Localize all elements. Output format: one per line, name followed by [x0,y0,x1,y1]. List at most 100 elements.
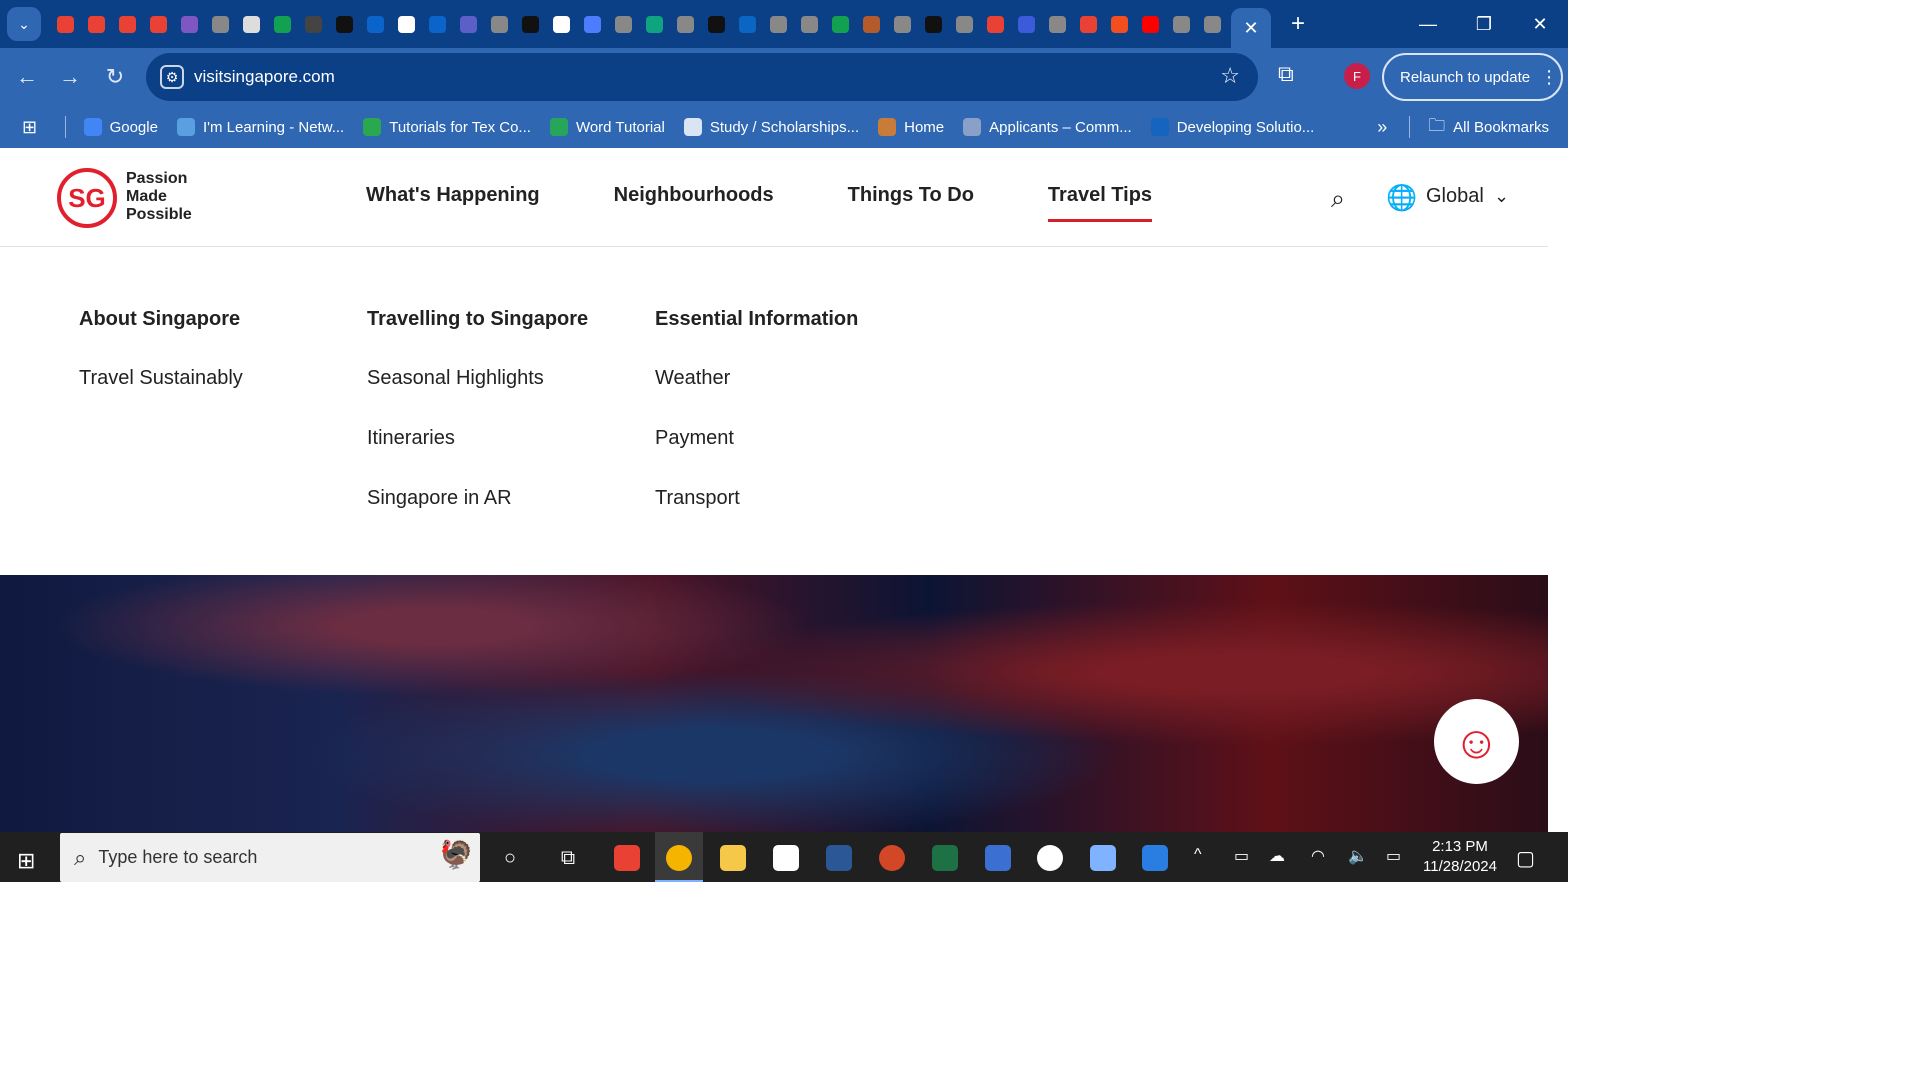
tab-favicon[interactable] [453,9,484,40]
tab-favicon[interactable] [1166,9,1197,40]
show-hidden-icons-icon[interactable]: ^ [1194,846,1202,864]
bookmark-item[interactable]: Tutorials for Tex Co... [363,118,531,136]
reload-button[interactable]: ↻ [100,62,130,92]
active-tab[interactable]: ✕ [1231,8,1271,48]
bookmark-item[interactable]: Google [83,118,158,136]
address-bar[interactable]: ⚙ visitsingapore.com ☆ [146,53,1258,101]
site-info-icon[interactable]: ⚙ [160,65,184,89]
network-app-icon[interactable] [982,842,1014,874]
tab-favicon[interactable] [391,9,422,40]
tab-favicon[interactable] [825,9,856,40]
tab-favicon[interactable] [546,9,577,40]
tab-favicon[interactable] [236,9,267,40]
word-app-icon[interactable] [823,842,855,874]
nav-travel-tips[interactable]: Travel Tips [1047,184,1153,222]
tab-favicon[interactable] [298,9,329,40]
taskbar-search-box[interactable]: ⌕ Type here to search 🦃 [60,833,480,882]
tab-favicon[interactable] [267,9,298,40]
windows-start-icon[interactable]: ⊞ [17,848,35,874]
tab-favicon[interactable] [143,9,174,40]
tab-favicon[interactable] [1135,9,1166,40]
task-view-icon[interactable]: ⧉ [552,842,584,874]
microsoft-store-icon[interactable] [770,842,802,874]
tab-favicon[interactable] [50,9,81,40]
notes-app-icon[interactable] [1087,842,1119,874]
tab-favicon[interactable] [887,9,918,40]
tab-favicon[interactable] [1197,9,1228,40]
tab-favicon[interactable] [1073,9,1104,40]
relaunch-button[interactable]: Relaunch to update ⋮ [1382,53,1563,101]
back-button[interactable]: ← [12,62,42,92]
menu-heading-travelling-to-singapore[interactable]: Travelling to Singapore [367,308,588,331]
tab-favicon[interactable] [732,9,763,40]
cortana-icon[interactable]: ○ [494,842,526,874]
close-window-button[interactable]: ✕ [1512,0,1568,48]
restore-button[interactable]: ❐ [1456,0,1512,48]
tab-favicon[interactable] [670,9,701,40]
excel-app-icon[interactable] [929,842,961,874]
tab-favicon[interactable] [484,9,515,40]
more-bookmarks-button[interactable]: » [1377,117,1387,138]
tab-favicon[interactable] [112,9,143,40]
menu-heading-essential-information[interactable]: Essential Information [655,308,858,331]
new-tab-button[interactable]: + [1281,7,1315,41]
bookmark-item[interactable]: I'm Learning - Netw... [176,118,344,136]
close-icon[interactable]: ✕ [1243,18,1258,39]
menu-link-transport[interactable]: Transport [655,487,740,510]
volume-icon[interactable]: 🔈 [1348,846,1368,866]
more-menu-icon[interactable]: ⋮ [1540,67,1558,88]
tab-favicon[interactable] [701,9,732,40]
profile-avatar[interactable]: F [1344,63,1370,89]
tab-favicon[interactable] [422,9,453,40]
bookmark-item[interactable]: Developing Solutio... [1150,118,1314,136]
apps-grid-icon[interactable]: ⊞ [22,117,39,137]
wifi-icon[interactable]: ◠ [1311,846,1325,866]
tab-favicon[interactable] [949,9,980,40]
photos-app-icon[interactable] [1139,842,1171,874]
paint-app-icon[interactable] [611,842,643,874]
meet-now-icon[interactable]: ▭ [1234,846,1249,866]
tab-favicon[interactable] [608,9,639,40]
teamviewer-app-icon[interactable] [1034,842,1066,874]
bookmark-item[interactable]: Word Tutorial [549,118,665,136]
bookmark-item[interactable]: Home [878,118,944,136]
tab-favicon[interactable] [329,9,360,40]
minimize-button[interactable]: — [1400,0,1456,48]
tab-favicon[interactable] [763,9,794,40]
chevron-down-icon[interactable]: ⌄ [1494,186,1509,207]
tab-favicon[interactable] [980,9,1011,40]
nav-neighbourhoods[interactable]: Neighbourhoods [614,184,774,222]
tab-favicon[interactable] [794,9,825,40]
menu-link-weather[interactable]: Weather [655,367,730,390]
file-explorer-icon[interactable] [717,842,749,874]
menu-link-payment[interactable]: Payment [655,427,734,450]
tab-favicon[interactable] [918,9,949,40]
battery-icon[interactable]: ▭ [1386,846,1401,866]
menu-link-itineraries[interactable]: Itineraries [367,427,455,450]
extensions-icon[interactable]: ⧉ [1278,61,1306,89]
tab-favicon[interactable] [81,9,112,40]
nav-things-to-do[interactable]: Things To Do [848,184,974,222]
tab-favicon[interactable] [1104,9,1135,40]
all-bookmarks-button[interactable]: 🗀 All Bookmarks [1428,113,1549,142]
menu-link-seasonal-highlights[interactable]: Seasonal Highlights [367,367,544,390]
tab-favicon[interactable] [205,9,236,40]
bookmark-item[interactable]: Applicants – Comm... [963,118,1132,136]
chatbot-face-icon[interactable]: ☺ [1434,699,1519,784]
tab-favicon[interactable] [639,9,670,40]
chrome-app-icon[interactable] [663,842,695,874]
sg-logo[interactable]: SG [57,168,117,228]
tab-favicon[interactable] [577,9,608,40]
powerpoint-app-icon[interactable] [876,842,908,874]
search-icon[interactable]: ⌕ [1331,185,1359,213]
tab-search-button[interactable]: ⌄ [7,7,41,41]
menu-heading-about-singapore[interactable]: About Singapore [79,308,240,331]
tab-favicon[interactable] [174,9,205,40]
notification-center-icon[interactable]: ▢ [1516,846,1535,871]
bookmark-item[interactable]: Study / Scholarships... [683,118,859,136]
tab-favicon[interactable] [515,9,546,40]
bookmark-star-icon[interactable]: ☆ [1220,63,1240,89]
menu-link-singapore-in-ar[interactable]: Singapore in AR [367,487,512,510]
forward-button[interactable]: → [55,62,85,92]
language-selector[interactable]: Global [1426,185,1484,208]
